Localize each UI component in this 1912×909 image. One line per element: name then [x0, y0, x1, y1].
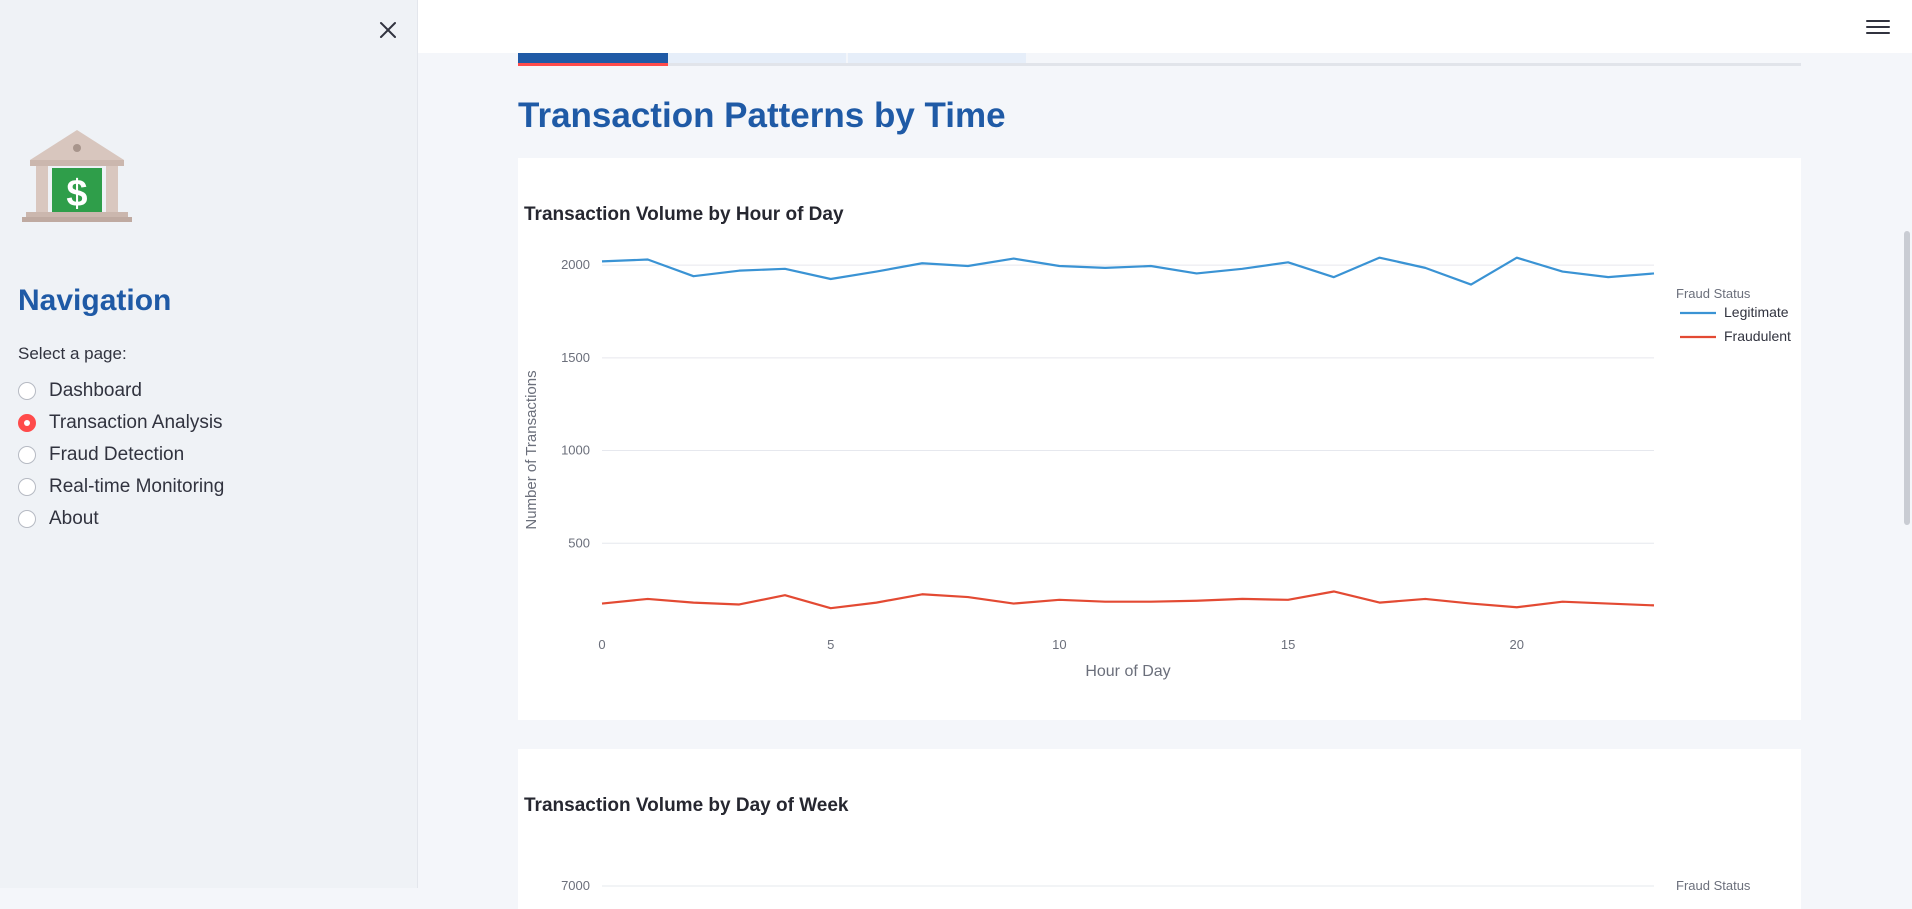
- y-tick-label: 1000: [561, 443, 590, 458]
- page-title: Transaction Patterns by Time: [518, 96, 1006, 136]
- x-axis-label: Hour of Day: [1085, 663, 1170, 680]
- series-line-fraudulent: [602, 591, 1654, 608]
- tab-active[interactable]: [518, 53, 668, 66]
- radio-dashboard[interactable]: Dashboard: [18, 375, 224, 407]
- radio-fraud-detection[interactable]: Fraud Detection: [18, 439, 224, 471]
- radio-real-time-monitoring[interactable]: Real-time Monitoring: [18, 471, 224, 503]
- radio-label: Transaction Analysis: [49, 412, 223, 434]
- chart-card-hourly: Transaction Volume by Hour of Day 500100…: [518, 158, 1801, 720]
- select-page-label: Select a page:: [18, 344, 127, 364]
- legend-title: Fraud Status: [1676, 286, 1751, 301]
- radio-button[interactable]: [18, 510, 36, 528]
- x-tick-label: 20: [1510, 637, 1524, 652]
- navigation-title: Navigation: [18, 284, 171, 318]
- radio-transaction-analysis[interactable]: Transaction Analysis: [18, 407, 224, 439]
- hourly-line-chart[interactable]: 500 1000 1500 2000 0 5 10 15 20 Hour of Day Number…: [518, 158, 1801, 720]
- tab-bar-underline: [518, 63, 1801, 66]
- radio-label: Dashboard: [49, 380, 142, 402]
- radio-label: About: [49, 508, 99, 530]
- close-sidebar-button[interactable]: [374, 16, 402, 44]
- scrollbar-thumb[interactable]: [1904, 231, 1910, 525]
- radio-button-selected[interactable]: [18, 414, 36, 432]
- radio-label: Real-time Monitoring: [49, 476, 224, 498]
- tab-3[interactable]: [848, 53, 1026, 63]
- legend-label: Fraudulent: [1724, 328, 1791, 344]
- radio-label: Fraud Detection: [49, 444, 184, 466]
- tab-2[interactable]: [668, 53, 846, 63]
- svg-text:$: $: [66, 173, 87, 215]
- top-header: [418, 0, 1912, 53]
- hamburger-menu-icon[interactable]: [1866, 16, 1890, 38]
- radio-button[interactable]: [18, 478, 36, 496]
- bank-dollar-icon: $: [18, 126, 136, 226]
- x-tick-label: 15: [1281, 637, 1295, 652]
- sidebar: $ Navigation Select a page: Dashboard Tr…: [0, 0, 418, 888]
- y-tick-label: 500: [568, 535, 590, 550]
- x-tick-label: 5: [827, 637, 834, 652]
- x-tick-label: 0: [598, 637, 605, 652]
- y-tick-label: 1500: [561, 350, 590, 365]
- series-line-legitimate: [602, 258, 1654, 285]
- page-scrollbar[interactable]: [1902, 53, 1912, 888]
- radio-button[interactable]: [18, 446, 36, 464]
- chart-card-weekly: Transaction Volume by Day of Week 7000Fr…: [518, 749, 1801, 909]
- close-icon: [379, 21, 397, 39]
- y-tick-label: 2000: [561, 257, 590, 272]
- x-tick-label: 10: [1052, 637, 1066, 652]
- y-tick-label: 7000: [561, 878, 590, 893]
- tab-bar: [518, 53, 1801, 66]
- legend-title: Fraud Status: [1676, 878, 1751, 893]
- page-radio-group: Dashboard Transaction Analysis Fraud Det…: [18, 375, 224, 535]
- radio-about[interactable]: About: [18, 503, 224, 535]
- y-axis-label: Number of Transactions: [523, 370, 540, 529]
- weekly-line-chart[interactable]: 7000 Fraud Status: [518, 749, 1801, 909]
- legend-label: Legitimate: [1724, 304, 1789, 320]
- radio-button[interactable]: [18, 382, 36, 400]
